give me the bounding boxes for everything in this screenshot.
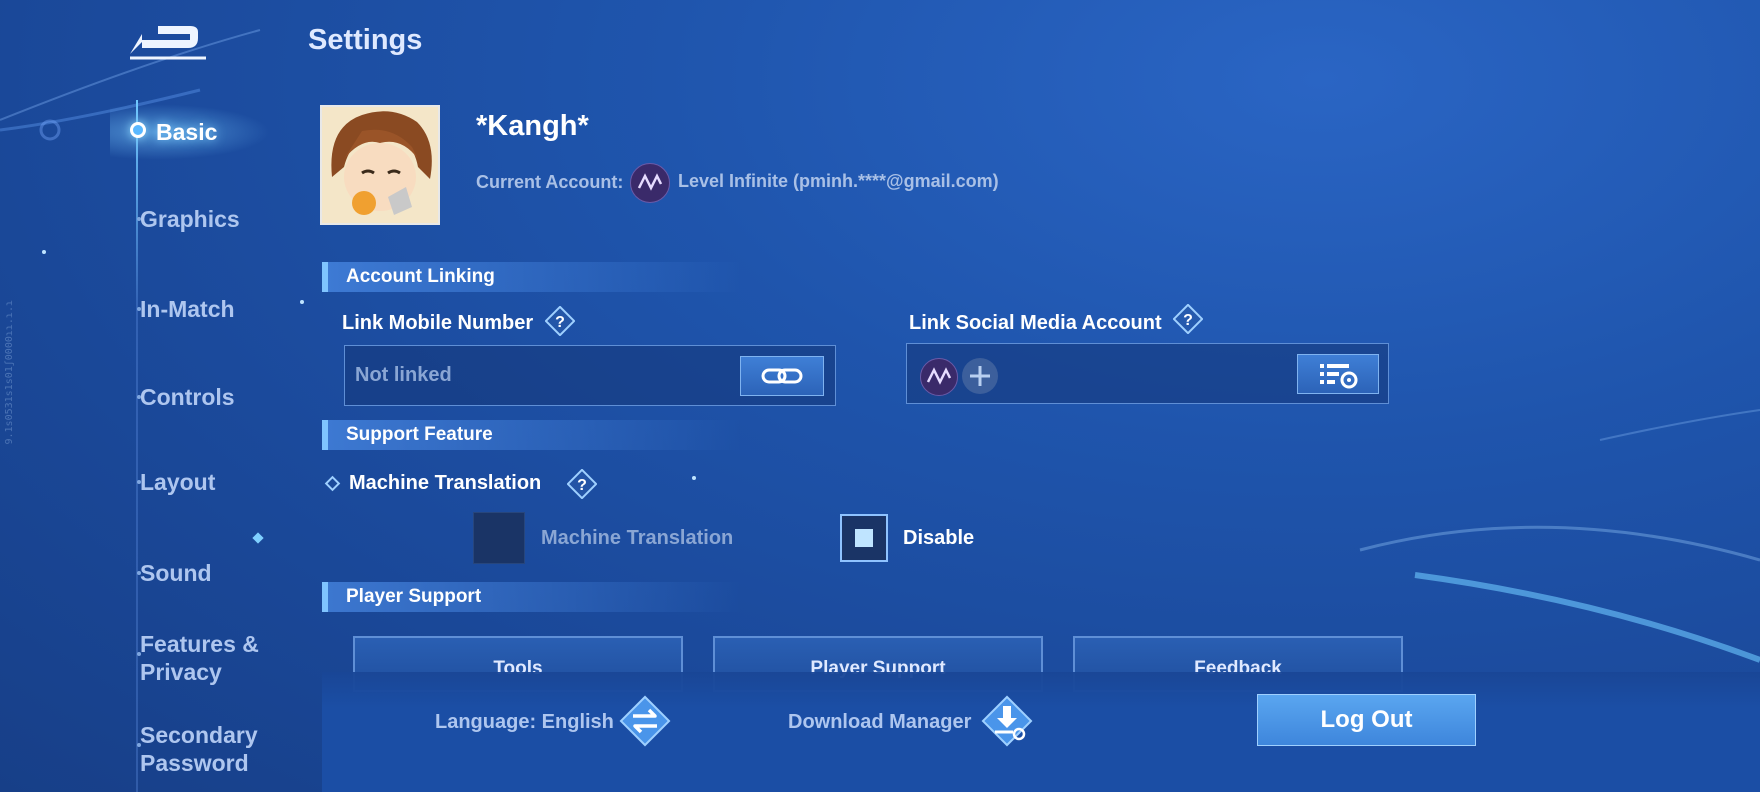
list-gear-icon: [1320, 364, 1358, 389]
download-manager-label[interactable]: Download Manager: [788, 711, 971, 734]
section-title: Support Feature: [346, 424, 493, 445]
avatar[interactable]: [320, 105, 440, 225]
sidebar-item-label: In-Match: [140, 296, 235, 322]
section-header-player-support: Player Support: [322, 582, 742, 612]
sidebar-item-graphics[interactable]: Graphics: [137, 205, 240, 233]
social-account-settings-button[interactable]: [1297, 354, 1379, 394]
back-arrow-icon[interactable]: [128, 24, 208, 60]
sidebar-item-label: Sound: [140, 560, 212, 586]
link-mobile-label: Link Mobile Number: [342, 312, 534, 334]
machine-translation-checkbox[interactable]: [473, 512, 525, 564]
swap-language-icon[interactable]: [618, 694, 672, 748]
svg-text:?: ?: [577, 477, 587, 494]
sidebar-line: [136, 100, 138, 792]
help-icon[interactable]: ?: [545, 306, 575, 336]
sidebar-item-basic[interactable]: Basic: [156, 118, 217, 146]
current-account-label: Current Account:: [476, 172, 624, 192]
svg-text:?: ?: [555, 314, 565, 331]
link-social-label: Link Social Media Account: [909, 312, 1162, 334]
section-title: Player Support: [346, 586, 482, 607]
svg-text:?: ?: [1183, 312, 1193, 329]
nav-dot: [137, 571, 141, 575]
sidebar-item-features-privacy[interactable]: Features & Privacy: [137, 630, 259, 686]
avatar-image: [322, 107, 438, 223]
sidebar-item-in-match[interactable]: In-Match: [137, 295, 235, 323]
sidebar-item-sound[interactable]: Sound: [137, 559, 212, 587]
link-mobile-button[interactable]: [740, 356, 824, 396]
sidebar-item-label-line2: Privacy: [140, 659, 222, 685]
sidebar-item-label: Features &: [140, 631, 259, 657]
sidebar-item-label: Graphics: [140, 206, 240, 232]
help-icon[interactable]: ?: [1173, 304, 1203, 334]
language-label[interactable]: Language: English: [435, 711, 614, 734]
nav-dot: [137, 480, 141, 484]
checkbox-checked-mark: [855, 529, 873, 547]
sidebar-item-controls[interactable]: Controls: [137, 383, 235, 411]
sidebar-item-secondary-password[interactable]: Secondary Password: [137, 721, 258, 777]
bullet-diamond-icon: [324, 475, 341, 492]
mobile-number-value: Not linked: [355, 364, 452, 386]
nav-dot: [137, 652, 141, 656]
download-manager-icon[interactable]: [980, 694, 1034, 748]
sidebar-item-label: Controls: [140, 384, 235, 410]
player-name: *Kangh*: [476, 110, 589, 142]
section-title: Account Linking: [346, 266, 495, 287]
sidebar-item-label: Basic: [156, 119, 218, 145]
level-infinite-logo-icon: [630, 163, 670, 203]
level-infinite-logo-icon[interactable]: [920, 358, 958, 396]
sidebar-item-label: Secondary: [140, 722, 258, 748]
section-header-support-feature: Support Feature: [322, 420, 742, 450]
sidebar-item-layout[interactable]: Layout: [137, 468, 216, 496]
disable-checkbox[interactable]: [840, 514, 888, 562]
page-title: Settings: [308, 24, 423, 56]
add-social-account-icon[interactable]: [962, 358, 998, 394]
chain-link-icon: [761, 368, 803, 384]
sidebar-active-indicator: [130, 122, 146, 138]
machine-translation-label: Machine Translation: [349, 472, 542, 494]
machine-translation-option-label: Machine Translation: [541, 527, 734, 549]
section-header-account-linking: Account Linking: [322, 262, 742, 292]
build-id-text: 9.1s0531s1s01ʃ0000ɿɿ.ɿ.ɿ: [4, 300, 15, 445]
logout-button[interactable]: Log Out: [1257, 694, 1476, 746]
sidebar-item-label-line2: Password: [140, 750, 249, 776]
nav-dot: [137, 395, 141, 399]
current-account-value: Level Infinite (pminh.****@gmail.com): [678, 171, 999, 191]
disable-option-label: Disable: [903, 527, 975, 549]
nav-dot: [137, 307, 141, 311]
sidebar-item-label: Layout: [140, 469, 216, 495]
nav-dot: [137, 743, 141, 747]
nav-dot: [137, 217, 141, 221]
help-icon[interactable]: ?: [567, 469, 597, 499]
